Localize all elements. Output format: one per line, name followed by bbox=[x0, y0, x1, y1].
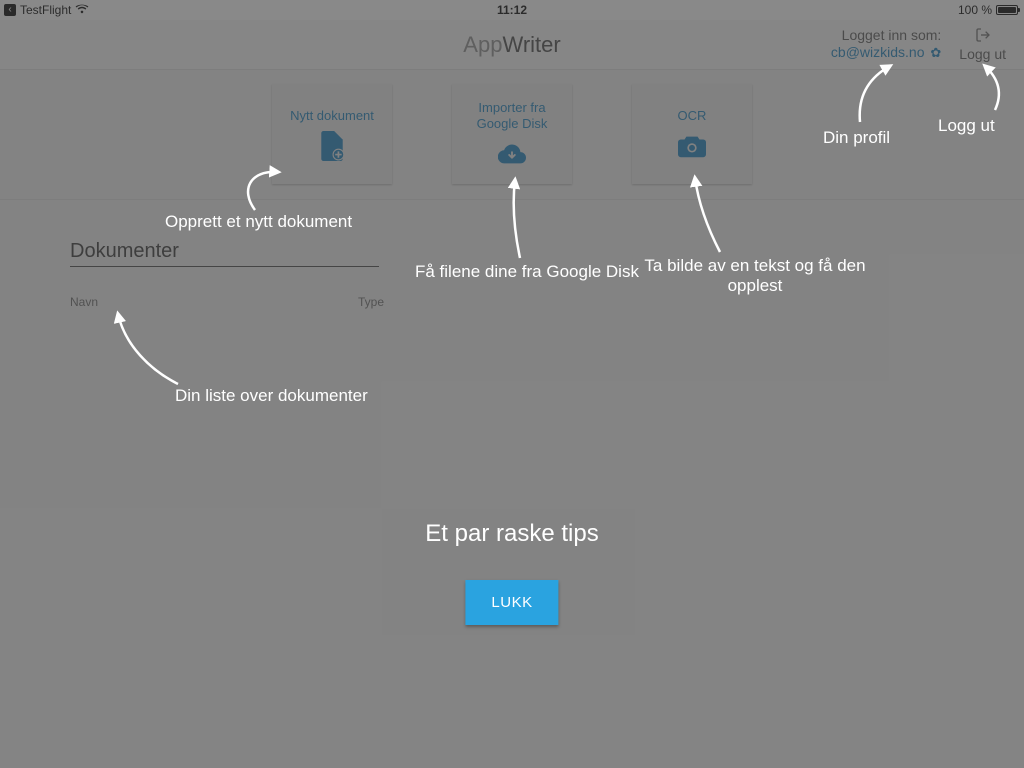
tips-layer: Opprett et nytt dokument Få filene dine … bbox=[0, 0, 1024, 768]
tip-arrows bbox=[0, 0, 1024, 768]
